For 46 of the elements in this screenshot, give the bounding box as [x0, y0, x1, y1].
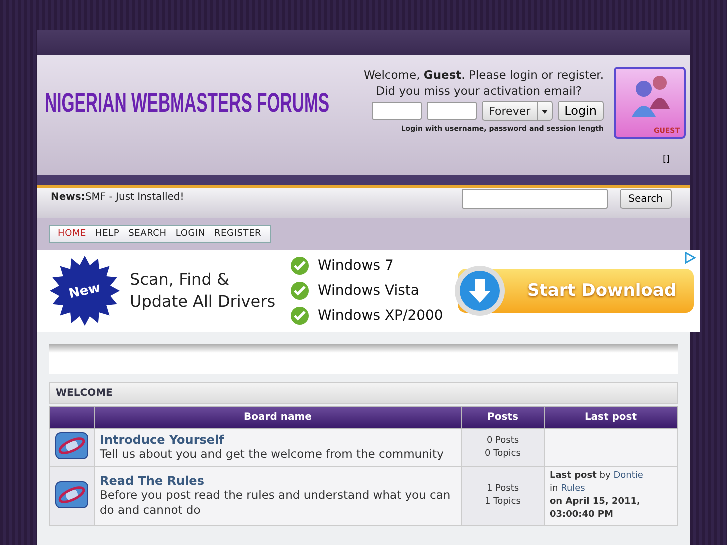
ad-choices-icon[interactable] — [684, 252, 696, 264]
last-post-label: Last post — [550, 471, 597, 481]
nav-link[interactable]: LOGIN — [172, 229, 210, 239]
system-label: Windows XP/2000 — [318, 308, 444, 324]
post-count: 0 Posts — [486, 434, 520, 448]
system-label: Windows Vista — [318, 283, 420, 299]
in-text: in — [550, 484, 558, 494]
column-header: Board name — [94, 406, 462, 428]
welcome-text: Welcome, Guest. Please login or register. — [364, 67, 604, 83]
board-link[interactable]: Read The Rules — [100, 474, 456, 488]
topic-count: 0 Topics — [484, 448, 522, 460]
topic-count: 1 Topics — [484, 496, 522, 509]
board-description: Tell us about you and get the welcome from the community — [100, 447, 445, 462]
login-button[interactable]: Login — [558, 101, 604, 121]
author-link[interactable]: Dontie — [614, 471, 644, 481]
brackets-text: [] — [662, 155, 670, 165]
ad-headline: Update All Drivers — [130, 291, 277, 313]
planet-icon — [55, 432, 89, 460]
nav-link[interactable]: REGISTER — [210, 229, 266, 239]
session-length-select[interactable]: Forever — [482, 101, 553, 121]
check-icon — [290, 256, 310, 276]
new-badge: New — [50, 256, 120, 326]
nav-link[interactable]: HOME — [54, 229, 91, 239]
board-description: Before you post read the rules and understand what you can do and cannot do — [100, 488, 452, 518]
nav-link[interactable]: HELP — [92, 229, 124, 239]
planet-icon — [55, 480, 89, 508]
check-icon — [290, 306, 310, 326]
ad-headline: Scan, Find & — [130, 269, 230, 291]
nav-link[interactable]: SEARCH — [124, 229, 171, 239]
last-post-date: on April 15, 2011, 03:00:40 PM — [550, 496, 642, 522]
search-button[interactable]: Search — [620, 189, 672, 209]
news-text: News:SMF - Just Installed! — [51, 192, 184, 203]
search-field[interactable] — [462, 189, 608, 209]
board-link[interactable]: Introduce Yourself — [100, 433, 456, 447]
system-label: Windows 7 — [318, 258, 394, 274]
category-header: WELCOME — [49, 382, 678, 404]
by-text: by — [600, 471, 611, 481]
check-icon — [290, 281, 310, 301]
site-logo-text: NIGERIAN WEBMASTERS FORUMS — [45, 88, 330, 118]
post-count: 1 Posts — [486, 483, 520, 496]
username-field[interactable] — [372, 102, 422, 120]
activation-link[interactable]: Did you miss your activation email? — [376, 83, 582, 99]
column-header: Last post — [544, 406, 678, 428]
board-link[interactable]: Rules — [561, 484, 586, 494]
column-header: Posts — [462, 406, 544, 428]
password-field[interactable] — [427, 102, 478, 120]
